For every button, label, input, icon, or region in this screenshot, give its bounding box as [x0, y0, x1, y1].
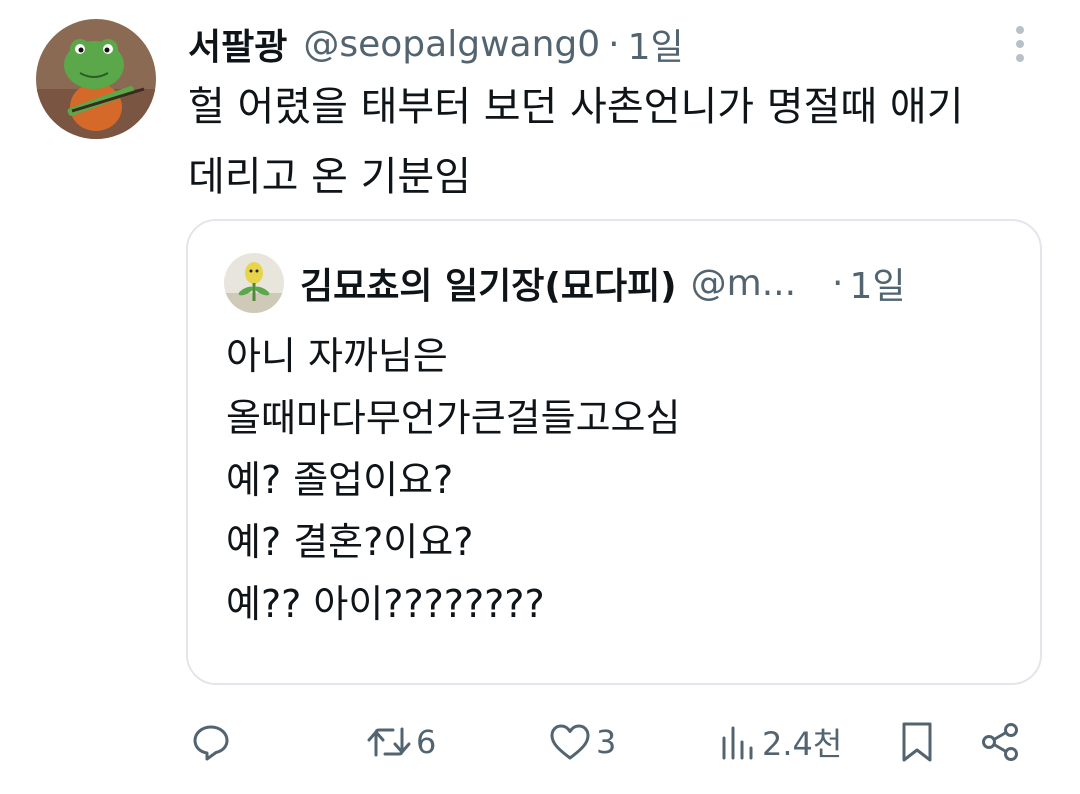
views-count: 2.4천 [762, 725, 843, 763]
quoted-text-line: 예? 졸업이요? [226, 458, 454, 502]
tweet-header: 서팔광 @seopalgwang0 · 1일 [188, 16, 684, 72]
quoted-text-line: 예?? 아이???????? [226, 582, 545, 626]
author-handle[interactable]: @seopalgwang0 [303, 24, 600, 65]
separator-dot: · [608, 23, 620, 65]
heart-icon [550, 724, 590, 760]
separator-dot: · [832, 262, 844, 304]
quoted-tweet-text: 아니 자까님은 올때마다무언가큰걸들고오심 예? 졸업이요? 예? 결혼?이요?… [226, 325, 1026, 635]
retweet-button[interactable]: 6 [366, 712, 436, 772]
author-avatar[interactable] [36, 19, 156, 139]
more-options-button[interactable] [1006, 22, 1034, 66]
views-button[interactable]: 2.4천 [718, 712, 842, 772]
quoted-author-display-name: 김묘쵸의 일기장(묘다피) [300, 266, 677, 307]
tweet-text-line: 데리고 온 기분임 [188, 154, 472, 200]
reply-button[interactable] [190, 712, 236, 772]
tweet-text: 헐 어렸을 태부터 보던 사촌언니가 명절때 애기 데리고 온 기분임 [188, 72, 1048, 212]
share-button[interactable] [980, 712, 1022, 772]
bookmark-icon [902, 722, 932, 762]
views-chart-icon [722, 726, 753, 760]
quoted-tweet-card[interactable]: 김묘쵸의 일기장(묘다피) @m... · 1일 아니 자까님은 올때마다무언가… [186, 219, 1042, 685]
plant-avatar-image [224, 253, 284, 313]
tweet-action-bar: 6 3 2.4천 [0, 712, 1080, 772]
quoted-tweet-time: 1일 [849, 266, 906, 307]
quoted-text-line: 예? 결혼?이요? [226, 520, 474, 564]
tweet-time[interactable]: 1일 [628, 18, 684, 70]
share-icon [982, 723, 1018, 761]
like-button[interactable]: 3 [548, 712, 616, 772]
retweet-icon [367, 727, 411, 757]
bookmark-button[interactable] [898, 712, 936, 772]
reply-icon [193, 725, 229, 761]
quoted-tweet-header: 김묘쵸의 일기장(묘다피) @m... · 1일 [300, 253, 906, 313]
quoted-text-line: 올때마다무언가큰걸들고오심 [226, 396, 681, 440]
quoted-author-avatar [224, 253, 284, 313]
frog-avatar-image [36, 19, 156, 139]
tweet-text-line: 헐 어렸을 태부터 보던 사촌언니가 명절때 애기 [188, 84, 964, 130]
retweet-count: 6 [416, 723, 437, 761]
author-display-name[interactable]: 서팔광 [188, 18, 287, 70]
like-count: 3 [596, 723, 617, 761]
more-vertical-icon [1016, 26, 1024, 62]
quoted-author-handle: @m... [690, 262, 797, 304]
quoted-text-line: 아니 자까님은 [226, 334, 448, 378]
